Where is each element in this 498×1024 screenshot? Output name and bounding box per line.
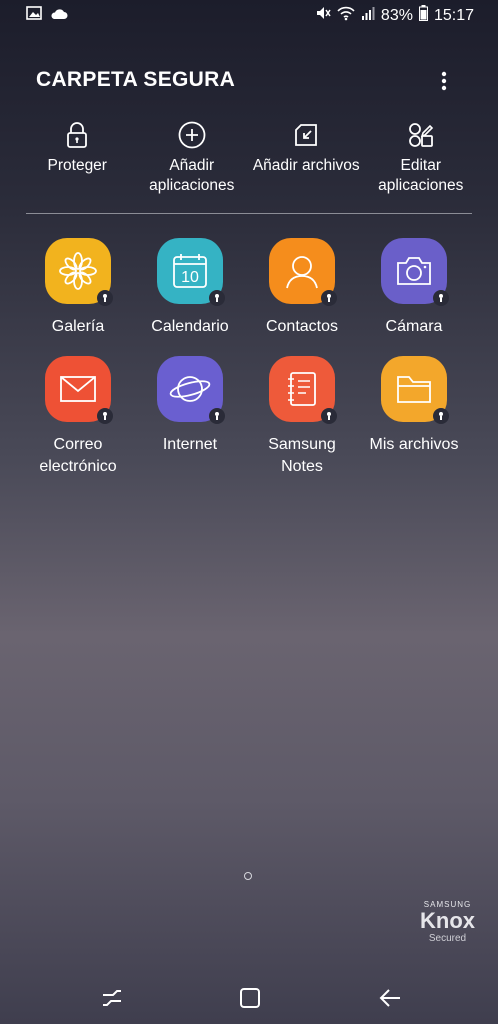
app-camera[interactable]: Cámara	[358, 238, 470, 338]
person-icon	[286, 256, 318, 289]
lock-badge-icon	[97, 408, 113, 424]
calendar-app-icon: 10	[157, 238, 225, 306]
app-label: Mis archivos	[369, 436, 459, 453]
battery-icon	[418, 5, 428, 27]
files-app-icon	[381, 356, 449, 424]
knox-name: Knox	[420, 908, 475, 933]
divider	[26, 213, 472, 214]
lock-badge-icon	[321, 290, 337, 306]
back-icon	[379, 989, 400, 1007]
app-contacts[interactable]: Contactos	[246, 238, 358, 338]
app-samsung-notes[interactable]: Samsung Notes	[246, 356, 358, 478]
protect-label: Proteger	[47, 157, 107, 174]
app-gallery[interactable]: Galería	[22, 238, 134, 338]
internet-app-icon	[157, 356, 225, 424]
camera-app-icon	[381, 238, 449, 306]
app-label: Contactos	[265, 318, 339, 335]
email-app-icon	[45, 356, 113, 424]
edit-apps-action[interactable]: Editar aplicaciones	[364, 120, 479, 210]
app-internet[interactable]: Internet	[134, 356, 246, 478]
navigation-bar	[0, 970, 498, 1024]
app-label: Samsung Notes	[268, 436, 336, 475]
page-indicator	[244, 872, 252, 880]
signal-icon	[361, 6, 375, 26]
lock-badge-icon	[433, 408, 449, 424]
actions-row: Proteger Añadir aplicaciones Añadir arch…	[20, 120, 478, 210]
notebook-icon	[288, 372, 316, 406]
gallery-app-icon	[45, 238, 113, 306]
recent-apps-button[interactable]	[98, 984, 126, 1012]
app-label: Correo electrónico	[39, 436, 117, 475]
lock-badge-icon	[209, 290, 225, 306]
notes-app-icon	[269, 356, 337, 424]
more-options-button[interactable]	[432, 68, 456, 94]
lock-badge-icon	[97, 290, 113, 306]
app-my-files[interactable]: Mis archivos	[358, 356, 470, 478]
battery-percent: 83%	[380, 7, 413, 24]
knox-logo: SAMSUNG Knox Secured	[420, 900, 475, 944]
home-icon	[240, 988, 260, 1008]
add-files-icon	[295, 124, 318, 146]
cloud-icon	[50, 7, 68, 25]
add-circle-icon	[178, 121, 206, 149]
folder-icon	[397, 376, 431, 403]
add-apps-action[interactable]: Añadir aplicaciones	[135, 120, 250, 210]
add-files-label: Añadir archivos	[252, 157, 360, 174]
app-label: Cámara	[385, 318, 443, 335]
calendar-icon: 10	[173, 254, 207, 288]
contacts-app-icon	[269, 238, 337, 306]
app-label: Galería	[51, 318, 105, 335]
clock: 15:17	[433, 7, 474, 24]
lock-badge-icon	[321, 408, 337, 424]
camera-icon	[397, 257, 431, 285]
home-button[interactable]	[236, 984, 264, 1012]
app-label: Internet	[162, 436, 218, 453]
status-bar: 83% 15:17	[0, 0, 498, 32]
edit-apps-icon	[408, 123, 433, 147]
add-files-action[interactable]: Añadir archivos	[249, 120, 364, 210]
planet-icon	[169, 376, 211, 402]
app-label: Calendario	[151, 318, 229, 335]
recent-apps-icon	[103, 990, 121, 1006]
app-email[interactable]: Correo electrónico	[22, 356, 134, 478]
lock-badge-icon	[433, 290, 449, 306]
edit-apps-label: Editar aplicaciones	[378, 157, 464, 194]
gallery-notification-icon	[26, 6, 42, 25]
app-calendar[interactable]: 10 Calendario	[134, 238, 246, 338]
mute-icon	[315, 5, 331, 27]
calendar-date: 10	[181, 269, 199, 286]
wifi-icon	[337, 5, 355, 27]
page-title: CARPETA SEGURA	[36, 68, 236, 91]
app-grid: Galería 10 Calendario Contactos Cámara C…	[22, 238, 478, 478]
more-vert-icon	[441, 71, 447, 91]
envelope-icon	[60, 376, 96, 402]
back-button[interactable]	[376, 984, 404, 1012]
add-apps-label: Añadir aplicaciones	[149, 157, 235, 194]
protect-action[interactable]: Proteger	[20, 120, 135, 210]
knox-tag: Secured	[428, 933, 467, 944]
flower-icon	[59, 252, 97, 290]
lock-icon	[67, 122, 88, 148]
lock-badge-icon	[209, 408, 225, 424]
